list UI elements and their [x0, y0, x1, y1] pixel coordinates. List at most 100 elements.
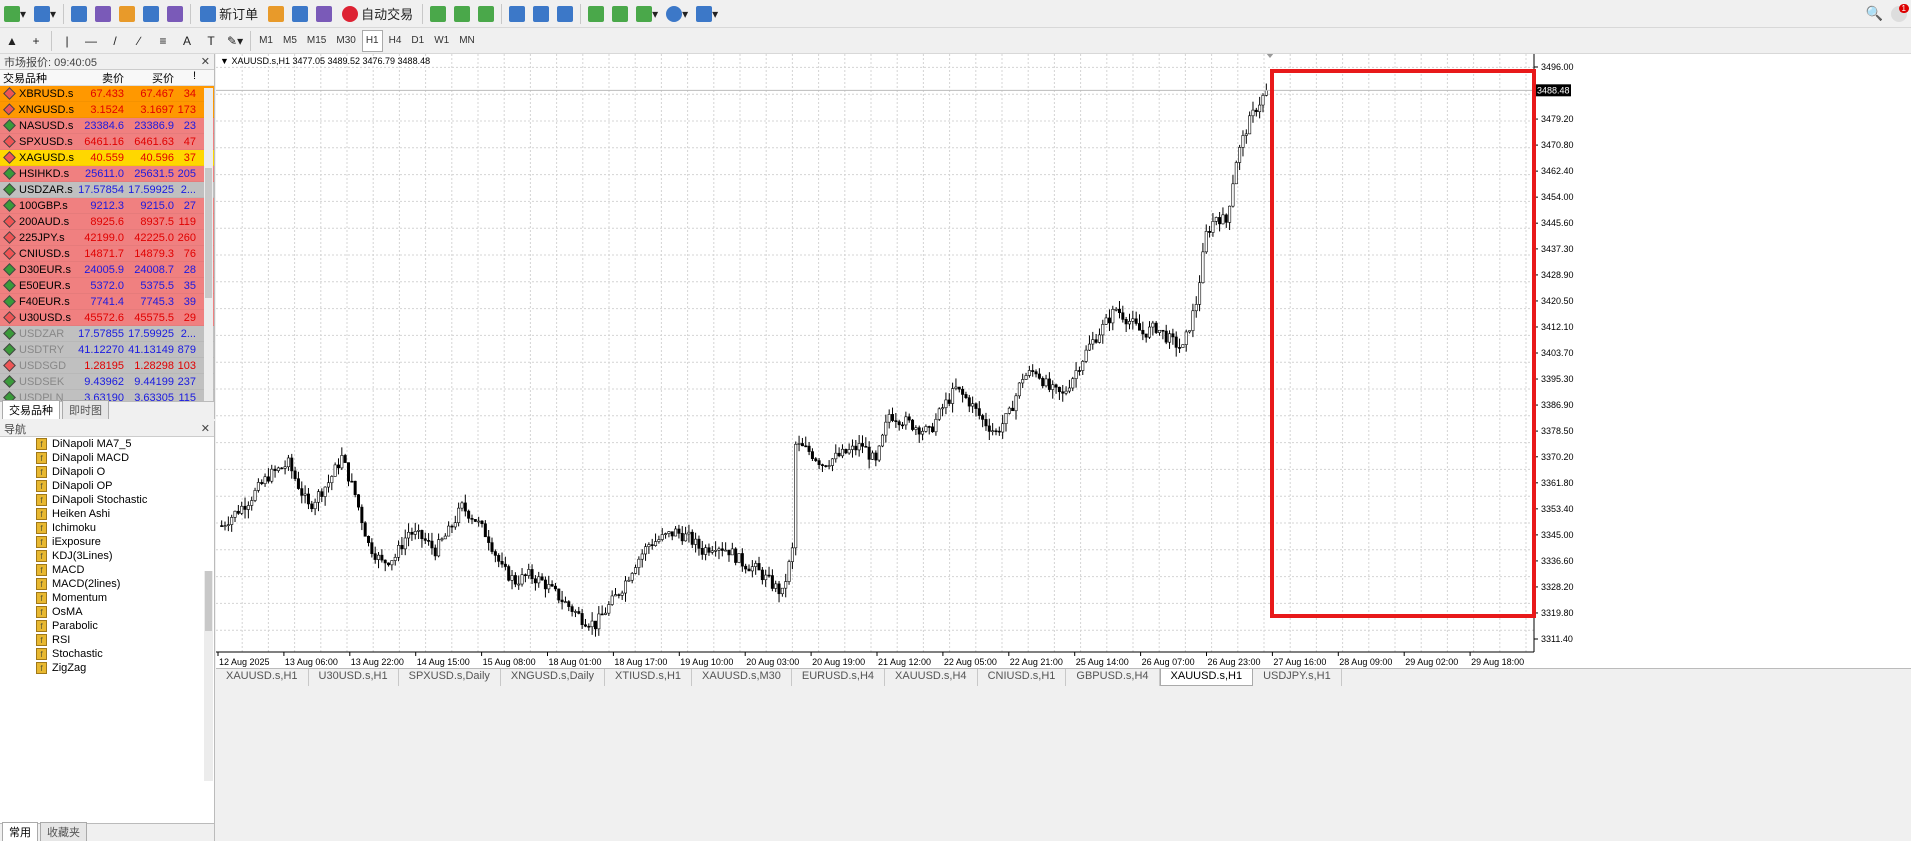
cursor-tool[interactable]: ▲ [1, 30, 23, 52]
market-watch-row[interactable]: USDZAR 17.57855 17.59925 2... [0, 326, 214, 342]
market-watch-row[interactable]: NASUSD.s 23384.6 23386.9 23 [0, 118, 214, 134]
channel-tool[interactable]: ∕ [128, 30, 150, 52]
vertical-line-tool[interactable]: | [56, 30, 78, 52]
timeframe-w1-button[interactable]: W1 [430, 30, 453, 52]
market-watch-row[interactable]: SPXUSD.s 6461.16 6461.63 47 [0, 134, 214, 150]
auto-trading-button[interactable]: 自动交易 [337, 3, 418, 25]
market-watch-row[interactable]: XAGUSD.s 40.559 40.596 37 [0, 150, 214, 166]
timeframe-m30-button[interactable]: M30 [332, 30, 359, 52]
col-spread[interactable]: ! [174, 70, 198, 85]
close-icon[interactable]: ✕ [201, 55, 214, 68]
new-chart-button[interactable]: ▾ [1, 3, 29, 25]
chart-shift-button[interactable] [585, 3, 607, 25]
chart-tab[interactable]: XNGUSD.s,Daily [501, 669, 606, 686]
col-symbol[interactable]: 交易品种 [0, 70, 74, 85]
navigator-indicator-item[interactable]: f Ichimoku [0, 521, 214, 535]
chart-tab[interactable]: CNIUSD.s,H1 [978, 669, 1067, 686]
navigator-indicator-item[interactable]: f DiNapoli MA7_5 [0, 437, 214, 451]
chart-tab[interactable]: XAUUSD.s,H1 [216, 669, 309, 686]
timeframe-mn-button[interactable]: MN [455, 30, 479, 52]
timeframe-m1-button[interactable]: M1 [255, 30, 277, 52]
label-tool[interactable]: T [200, 30, 222, 52]
navigator-button[interactable] [116, 3, 138, 25]
price-chart[interactable]: 3496.00 3479.20 3470.80 3462.40 3454.00 3445.… [216, 54, 1911, 668]
market-watch-row[interactable]: U30USD.s 45572.6 45575.5 29 [0, 310, 214, 326]
search-button[interactable]: 🔍 [1863, 3, 1886, 25]
market-watch-row[interactable]: XBRUSD.s 67.433 67.467 34 [0, 86, 214, 102]
market-watch-row[interactable]: USDSEK 9.43962 9.44199 237 [0, 374, 214, 390]
tester-button[interactable] [164, 3, 186, 25]
navigator-indicator-item[interactable]: f RSI [0, 633, 214, 647]
market-watch-row[interactable]: CNIUSD.s 14871.7 14879.3 76 [0, 246, 214, 262]
candlestick-button[interactable] [451, 3, 473, 25]
col-ask[interactable]: 买价 [124, 70, 174, 85]
chart-tab[interactable]: XTIUSD.s,H1 [605, 669, 693, 686]
close-icon[interactable]: ✕ [201, 422, 214, 435]
market-watch-row[interactable]: F40EUR.s 7741.4 7745.3 39 [0, 294, 214, 310]
market-watch-button[interactable] [68, 3, 90, 25]
navigator-indicator-item[interactable]: f KDJ(3Lines) [0, 549, 214, 563]
autoscroll-button[interactable] [609, 3, 631, 25]
chart-menu-icon[interactable]: ▼ [220, 56, 229, 66]
market-watch-row[interactable]: 200AUD.s 8925.6 8937.5 119 [0, 214, 214, 230]
timeframe-h4-button[interactable]: H4 [385, 30, 406, 52]
signals-button[interactable] [289, 3, 311, 25]
navigator-indicator-item[interactable]: f DiNapoli Stochastic [0, 493, 214, 507]
timeframe-m15-button[interactable]: M15 [303, 30, 330, 52]
navigator-indicator-item[interactable]: f OsMA [0, 605, 214, 619]
timeframe-m5-button[interactable]: M5 [279, 30, 301, 52]
market-watch-row[interactable]: USDTRY 41.12270 41.13149 879 [0, 342, 214, 358]
col-bid[interactable]: 卖价 [74, 70, 124, 85]
crosshair-tool[interactable]: + [25, 30, 47, 52]
chart-tab[interactable]: XAUUSD.s,H4 [885, 669, 978, 686]
chart-tab[interactable]: USDJPY.s,H1 [1253, 669, 1342, 686]
terminal-button[interactable] [140, 3, 162, 25]
market-watch-row[interactable]: XNGUSD.s 3.1524 3.1697 173 [0, 102, 214, 118]
timeframe-d1-button[interactable]: D1 [407, 30, 428, 52]
chart-window[interactable]: 3496.00 3479.20 3470.80 3462.40 3454.00 3445.… [216, 54, 1911, 668]
navigator-indicator-item[interactable]: f Stochastic [0, 647, 214, 661]
market-watch-row[interactable]: USDZAR.s 17.57854 17.59925 2... [0, 182, 214, 198]
market-button[interactable] [313, 3, 335, 25]
periods-button[interactable]: ▾ [663, 3, 691, 25]
navigator-indicator-item[interactable]: f DiNapoli O [0, 465, 214, 479]
tab-favorites[interactable]: 收藏夹 [40, 822, 87, 841]
scroll-thumb[interactable] [205, 571, 212, 631]
line-chart-button[interactable] [475, 3, 497, 25]
trendline-tool[interactable]: / [104, 30, 126, 52]
market-watch-row[interactable]: USDSGD 1.28195 1.28298 103 [0, 358, 214, 374]
tab-common[interactable]: 常用 [2, 822, 38, 841]
navigator-indicator-item[interactable]: f DiNapoli MACD [0, 451, 214, 465]
zoom-out-button[interactable] [530, 3, 552, 25]
new-order-button[interactable]: 新订单 [195, 3, 263, 25]
navigator-indicator-item[interactable]: f MACD [0, 563, 214, 577]
bar-chart-button[interactable] [427, 3, 449, 25]
tab-tick-chart[interactable]: 即时图 [62, 400, 109, 419]
templates-button[interactable]: ▾ [693, 3, 721, 25]
market-watch-scrollbar[interactable] [204, 88, 213, 404]
scroll-thumb[interactable] [205, 168, 212, 298]
fibonacci-tool[interactable]: ≡ [152, 30, 174, 52]
market-watch-row[interactable]: D30EUR.s 24005.9 24008.7 28 [0, 262, 214, 278]
market-watch-row[interactable]: 225JPY.s 42199.0 42225.0 260 [0, 230, 214, 246]
notifications-button[interactable]: 1 [1888, 3, 1910, 25]
chart-tab[interactable]: GBPUSD.s,H4 [1066, 669, 1160, 686]
timeframe-h1-button[interactable]: H1 [361, 29, 383, 52]
navigator-indicator-item[interactable]: f Heiken Ashi [0, 507, 214, 521]
market-watch-row[interactable]: E50EUR.s 5372.0 5375.5 35 [0, 278, 214, 294]
navigator-scrollbar[interactable] [204, 571, 213, 781]
navigator-indicator-item[interactable]: f MACD(2lines) [0, 577, 214, 591]
profiles-button[interactable]: ▾ [31, 3, 59, 25]
metaeditor-button[interactable] [265, 3, 287, 25]
text-tool[interactable]: A [176, 30, 198, 52]
chart-tab[interactable]: XAUUSD.s,M30 [692, 669, 792, 686]
shapes-tool[interactable]: ✎ ▾ [224, 30, 246, 52]
chart-tab[interactable]: XAUUSD.s,H1 [1159, 669, 1254, 686]
chart-tab[interactable]: U30USD.s,H1 [309, 669, 399, 686]
navigator-indicator-item[interactable]: f Parabolic [0, 619, 214, 633]
navigator-indicator-item[interactable]: f ZigZag [0, 661, 214, 675]
navigator-indicator-item[interactable]: f iExposure [0, 535, 214, 549]
data-window-button[interactable] [92, 3, 114, 25]
navigator-indicator-item[interactable]: f Momentum [0, 591, 214, 605]
tile-windows-button[interactable] [554, 3, 576, 25]
